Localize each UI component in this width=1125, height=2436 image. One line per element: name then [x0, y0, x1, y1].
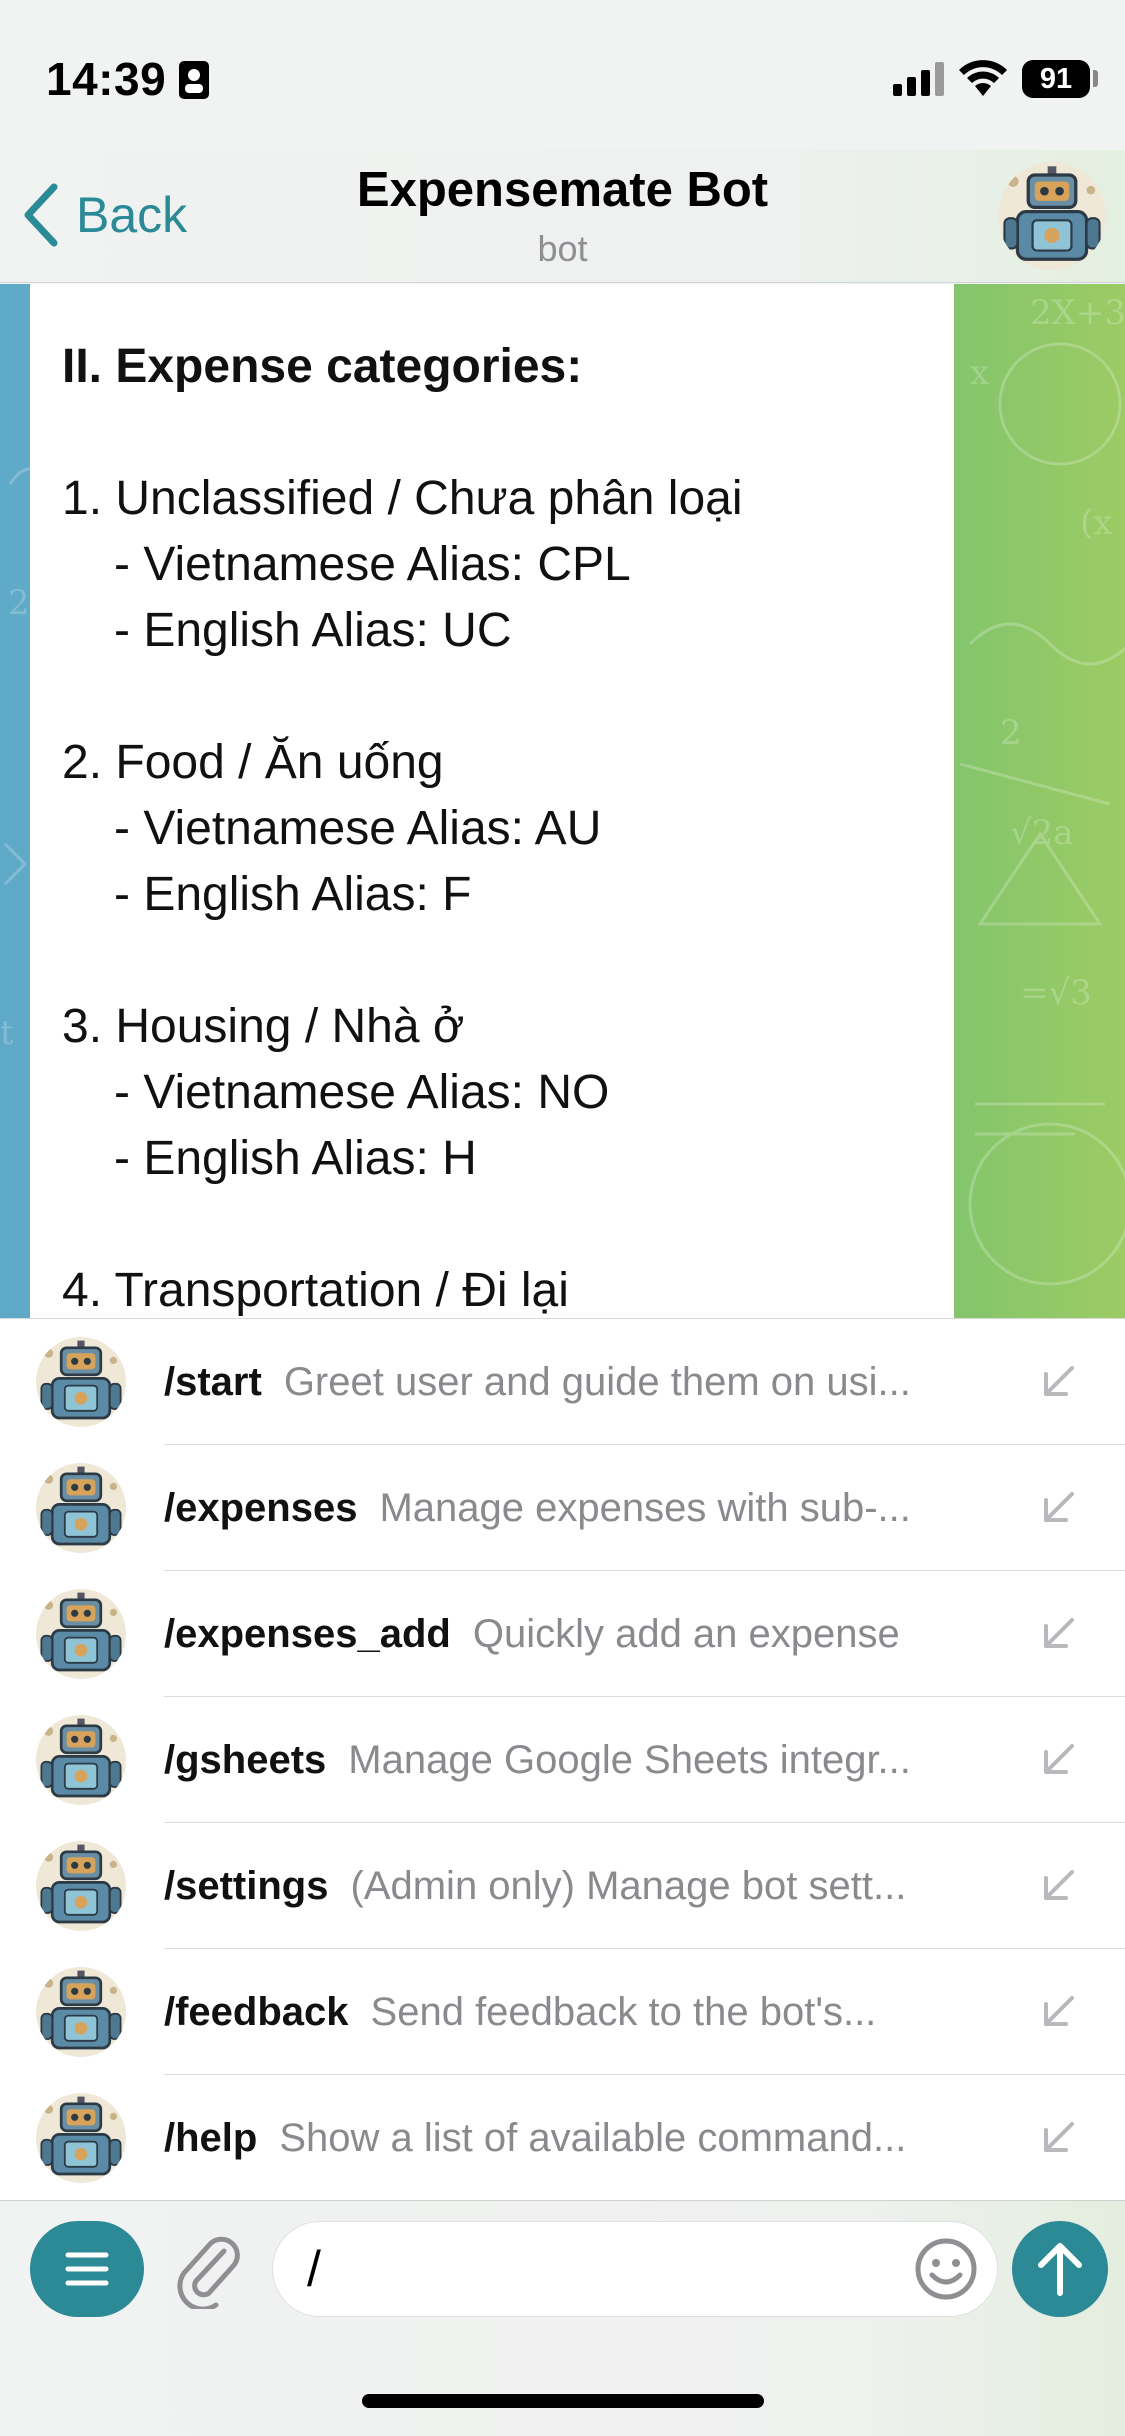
command-suggestions: /start Greet user and guide them on usi.…	[0, 1318, 1125, 2200]
command-description: Manage expenses with sub-...	[379, 1485, 911, 1530]
id-card-icon	[179, 61, 209, 99]
insert-arrow-icon[interactable]	[1038, 2118, 1078, 2158]
svg-text:√2a: √2a	[1010, 813, 1074, 853]
category-vietnamese-alias: - Vietnamese Alias: CPL	[114, 538, 631, 591]
svg-text:x: x	[970, 353, 989, 393]
command-name: /expenses	[164, 1485, 358, 1530]
command-item-settings[interactable]: /settings (Admin only) Manage bot sett..…	[0, 1823, 1125, 1949]
robot-avatar-icon	[36, 1589, 126, 1679]
command-name: /settings	[164, 1863, 329, 1908]
category-english-alias: - English Alias: H	[114, 1132, 477, 1185]
bot-avatar[interactable]	[998, 162, 1106, 270]
robot-avatar-icon	[36, 1841, 126, 1931]
command-name: /start	[164, 1359, 262, 1404]
command-item-expenses[interactable]: /expenses Manage expenses with sub-...	[0, 1445, 1125, 1571]
category-title: 2. Food / Ăn uống	[62, 736, 444, 789]
chat-area[interactable]: 2X+3 x (x 2 √2a =√3 2 t II. Expense cate…	[0, 284, 1125, 1318]
category-english-alias: - English Alias: UC	[114, 604, 512, 657]
category-vietnamese-alias: - Vietnamese Alias: AU	[114, 802, 602, 855]
command-item-start[interactable]: /start Greet user and guide them on usi.…	[0, 1319, 1125, 1445]
command-item-help[interactable]: /help Show a list of available command..…	[0, 2075, 1125, 2201]
message-input[interactable]	[272, 2221, 998, 2317]
insert-arrow-icon[interactable]	[1038, 1614, 1078, 1654]
category-title: 1. Unclassified / Chưa phân loại	[62, 472, 743, 525]
category-vietnamese-alias: - Vietnamese Alias: NO	[114, 1066, 610, 1119]
category-title: 3. Housing / Nhà ở	[62, 1000, 465, 1053]
command-name: /gsheets	[164, 1737, 327, 1782]
command-description: Send feedback to the bot's...	[370, 1989, 877, 2034]
chat-title[interactable]: Expensemate Bot	[0, 162, 1125, 218]
message-bubble[interactable]: II. Expense categories: 1. Unclassified …	[30, 284, 954, 1318]
wifi-icon	[959, 60, 1007, 96]
paperclip-icon[interactable]	[172, 2229, 244, 2309]
command-name: /help	[164, 2115, 258, 2160]
command-name: /feedback	[164, 1989, 349, 2034]
status-bar: 14:39 91	[0, 0, 1125, 150]
cellular-signal-icon	[893, 62, 944, 96]
robot-avatar-icon	[998, 162, 1106, 270]
category-title: 4. Transportation / Đi lại	[62, 1264, 569, 1317]
battery-tip	[1093, 70, 1098, 87]
robot-avatar-icon	[36, 1967, 126, 2057]
bot-menu-button[interactable]	[30, 2221, 144, 2317]
category-english-alias: - English Alias: F	[114, 868, 472, 921]
command-item-expenses-add[interactable]: /expenses_add Quickly add an expense	[0, 1571, 1125, 1697]
home-indicator[interactable]	[362, 2394, 764, 2408]
insert-arrow-icon[interactable]	[1038, 1488, 1078, 1528]
chat-subtitle: bot	[537, 228, 588, 269]
status-time: 14:39	[46, 53, 167, 105]
command-description: Quickly add an expense	[472, 1611, 900, 1656]
robot-avatar-icon	[36, 2093, 126, 2183]
chat-header: Back Expensemate Bot bot	[0, 150, 1125, 283]
robot-avatar-icon	[36, 1715, 126, 1805]
svg-text:2X+3: 2X+3	[1030, 293, 1125, 333]
svg-text:(x: (x	[1080, 503, 1112, 543]
emoji-icon[interactable]	[914, 2237, 978, 2301]
insert-arrow-icon[interactable]	[1038, 1740, 1078, 1780]
insert-arrow-icon[interactable]	[1038, 1866, 1078, 1906]
insert-arrow-icon[interactable]	[1038, 1992, 1078, 2032]
command-item-gsheets[interactable]: /gsheets Manage Google Sheets integr...	[0, 1697, 1125, 1823]
send-arrow-icon	[1038, 2243, 1082, 2296]
svg-text:t: t	[0, 1013, 14, 1053]
menu-icon	[65, 2252, 109, 2286]
battery-level: 91	[1039, 62, 1073, 95]
insert-arrow-icon[interactable]	[1038, 1362, 1078, 1402]
command-description: (Admin only) Manage bot sett...	[350, 1863, 907, 1908]
command-item-feedback[interactable]: /feedback Send feedback to the bot's...	[0, 1949, 1125, 2075]
command-name: /expenses_add	[164, 1611, 451, 1656]
send-button[interactable]	[1012, 2221, 1108, 2317]
svg-text:2: 2	[1000, 713, 1022, 753]
message-heading: II. Expense categories:	[62, 340, 583, 393]
battery-icon: 91	[1022, 60, 1090, 98]
command-description: Manage Google Sheets integr...	[348, 1737, 911, 1782]
command-description: Greet user and guide them on usi...	[283, 1359, 911, 1404]
svg-text:=√3: =√3	[1020, 973, 1092, 1013]
robot-avatar-icon	[36, 1463, 126, 1553]
svg-text:2: 2	[8, 583, 30, 623]
robot-avatar-icon	[36, 1337, 126, 1427]
command-description: Show a list of available command...	[279, 2115, 907, 2160]
